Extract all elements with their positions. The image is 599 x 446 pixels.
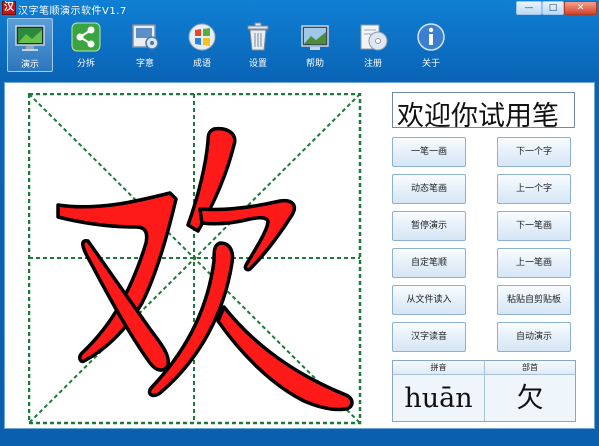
toolbar-label: 演示 [20, 60, 39, 70]
radical-header: 部首 [485, 361, 575, 375]
minimize-button[interactable]: — [516, 1, 542, 15]
toolbar-label: 注册 [363, 59, 382, 69]
screen-icon [301, 25, 329, 50]
toolbar-item-idiom[interactable]: 成语 [179, 18, 225, 72]
character-info: 拼音 部首 huān 欠 [392, 360, 576, 422]
toolbar-label: 关于 [421, 59, 440, 69]
read-aloud-button[interactable]: 汉字读音 [392, 322, 466, 352]
auto-demo-button[interactable]: 自动演示 [497, 322, 571, 352]
character-canvas [28, 93, 362, 425]
app-logo-icon: 汉 [2, 1, 16, 15]
paste-clipboard-button[interactable]: 粘贴自剪贴板 [497, 285, 571, 315]
next-char-button[interactable]: 下一个字 [497, 137, 571, 167]
info-icon [417, 23, 445, 51]
character-grid [28, 93, 362, 425]
share-icon [71, 22, 101, 52]
next-stroke-button[interactable]: 下一笔画 [497, 211, 571, 241]
toolbar-item-settings[interactable]: 设置 [235, 18, 281, 72]
marquee-banner: 欢迎你试用笔 [392, 92, 575, 128]
app-window: 汉 汉字笔顺演示软件V1.7 — □ ✕ 演示 分拆 字意 成语 设置 帮助 注… [0, 0, 599, 446]
window-title: 汉字笔顺演示软件V1.7 [18, 6, 127, 17]
pinyin-value: huān [404, 383, 473, 414]
cd-icon [360, 24, 388, 51]
toolbar-label: 帮助 [305, 59, 324, 69]
content-panel: 欢迎你试用笔 一笔一画 下一个字 动态笔画 上一个字 暂停演示 下一笔画 自定笔… [4, 82, 595, 429]
trash-icon [247, 22, 269, 51]
toolbar-item-about[interactable]: 关于 [408, 18, 454, 72]
toolbar-item-demo[interactable]: 演示 [7, 18, 53, 72]
maximize-button[interactable]: □ [542, 1, 564, 15]
pinyin-header: 拼音 [393, 361, 484, 375]
windows-logo-icon [188, 23, 216, 51]
toolbar-item-register[interactable]: 注册 [350, 18, 396, 72]
prev-stroke-button[interactable]: 上一笔画 [497, 248, 571, 278]
close-button[interactable]: ✕ [564, 1, 597, 15]
monitor-icon [15, 25, 45, 51]
custom-order-button[interactable]: 自定笔顺 [392, 248, 466, 278]
toolbar-label: 字意 [135, 59, 154, 69]
toolbar-label: 分拆 [76, 59, 95, 69]
toolbar-label: 成语 [192, 59, 211, 69]
toolbar-item-help[interactable]: 帮助 [292, 18, 338, 72]
prev-char-button[interactable]: 上一个字 [497, 174, 571, 204]
dynamic-strokes-button[interactable]: 动态笔画 [392, 174, 466, 204]
status-bar [0, 432, 599, 446]
toolbar-item-meaning[interactable]: 字意 [122, 18, 168, 72]
dictionary-icon [132, 24, 159, 50]
one-stroke-button[interactable]: 一笔一画 [392, 137, 466, 167]
title-bar: 汉 汉字笔顺演示软件V1.7 — □ ✕ [0, 0, 599, 18]
toolbar-item-split[interactable]: 分拆 [63, 18, 109, 72]
pause-demo-button[interactable]: 暂停演示 [392, 211, 466, 241]
main-toolbar: 演示 分拆 字意 成语 设置 帮助 注册 关于 [0, 18, 599, 74]
read-file-button[interactable]: 从文件读入 [392, 285, 466, 315]
marquee-text: 欢迎你试用笔 [397, 101, 559, 128]
toolbar-label: 设置 [248, 59, 267, 69]
radical-value: 欠 [516, 383, 544, 414]
